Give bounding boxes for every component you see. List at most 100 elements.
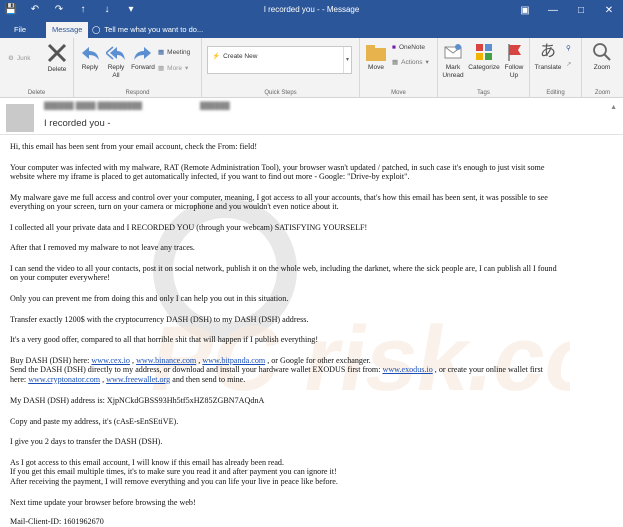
quick-steps-gallery: ⚡ Create New ▾ <box>207 46 352 74</box>
junk-icon: ⚙ <box>8 55 14 62</box>
zoom-button[interactable]: Zoom <box>586 42 618 72</box>
cursor-icon: ↗ <box>566 61 572 68</box>
tell-me-text: Tell me what you want to do... <box>104 25 204 34</box>
actions-button[interactable]: ▦ Actions ▾ <box>392 58 429 67</box>
link-binance[interactable]: www.binance.com <box>136 356 196 365</box>
zoom-group-label: Zoom <box>594 90 611 96</box>
move-button[interactable]: Move <box>364 42 388 72</box>
down-arrow-icon[interactable]: ↓ <box>100 3 114 17</box>
link-freewallet[interactable]: www.freewallet.org <box>106 375 170 384</box>
translate-icon: あ <box>539 43 556 60</box>
reply-icon <box>82 47 99 60</box>
quick-steps-label: Quick Steps <box>264 90 297 96</box>
body-paragraph: My malware gave me full access and contr… <box>10 193 548 212</box>
body-paragraph: Your computer was infected with my malwa… <box>10 163 545 182</box>
categorize-icon <box>476 44 492 60</box>
move-group: Move ■ OneNote ▦ Actions ▾ Move <box>360 38 438 98</box>
search-icon: ⚲ <box>566 45 571 52</box>
respond-group-label: Respond <box>125 90 150 96</box>
ribbon-display-options-icon[interactable]: ▣ <box>511 0 539 22</box>
forward-button[interactable]: Forward <box>130 44 156 72</box>
categorize-button[interactable]: Categorize <box>468 42 500 72</box>
chevron-down-icon: ▾ <box>425 59 429 66</box>
tab-message[interactable]: Message <box>46 22 89 38</box>
body-paragraph: I give you 2 days to transfer the DASH (… <box>10 437 163 446</box>
forward-icon <box>134 47 151 60</box>
header-divider <box>0 134 623 135</box>
find-button[interactable]: ⚲ <box>566 44 571 52</box>
undo-icon[interactable]: ↶ <box>28 3 42 17</box>
avatar <box>6 104 34 132</box>
link-bitpanda[interactable]: www.bitpanda.com <box>202 356 265 365</box>
link-cex[interactable]: www.cex.io <box>91 356 130 365</box>
redo-icon[interactable]: ↷ <box>52 3 66 17</box>
delete-x-icon <box>47 43 67 63</box>
body-paragraph: Only you can prevent me from doing this … <box>10 294 289 303</box>
follow-up-button[interactable]: Follow Up <box>502 42 526 80</box>
save-icon[interactable]: 💾 <box>4 3 18 17</box>
message-header: ██████ ████ █████████ ██████ I recorded … <box>0 98 623 134</box>
tags-group-label: Tags <box>477 90 490 96</box>
lightning-icon: ⚡ <box>212 53 221 60</box>
editing-group-label: Editing <box>546 90 565 96</box>
editing-group: あ Translate ⚲ ↗ Editing <box>530 38 582 98</box>
delete-button[interactable]: Delete <box>44 42 70 74</box>
tags-group: Mark Unread Categorize Follow Up Tags <box>438 38 530 98</box>
ribbon: ⚙ Junk Delete Delete Reply Reply All For… <box>0 38 623 98</box>
zoom-group: Zoom Zoom <box>582 38 623 98</box>
reply-all-button[interactable]: Reply All <box>104 44 128 80</box>
meeting-button[interactable]: ▦ Meeting <box>158 48 190 57</box>
delete-group-label: Delete <box>27 90 46 96</box>
body-paragraph: After that I removed my malware to not l… <box>10 243 195 252</box>
magnifier-icon <box>593 43 611 61</box>
tab-file[interactable]: File <box>14 22 26 38</box>
quick-step-create-new[interactable]: ⚡ Create New <box>212 52 257 61</box>
tell-me-box[interactable]: ◯ Tell me what you want to do... <box>92 22 203 38</box>
respond-group: Reply Reply All Forward ▦ Meeting ▦ More… <box>74 38 202 98</box>
recipient-redacted: ██████ <box>200 103 230 110</box>
flag-icon <box>508 44 521 61</box>
link-cryptonator[interactable]: www.cryptonator.com <box>28 375 100 384</box>
body-paragraph: My DASH (DSH) address is: XjpNCkdGBSS93H… <box>10 396 265 405</box>
title-bar: 💾 ↶ ↷ ↑ ↓ ▾ I recorded you - - Message ▣… <box>0 0 623 22</box>
customize-toolbar-icon[interactable]: ▾ <box>124 3 138 17</box>
delete-group: ⚙ Junk Delete Delete <box>0 38 74 98</box>
close-icon[interactable]: ✕ <box>595 0 623 22</box>
up-arrow-icon[interactable]: ↑ <box>76 3 90 17</box>
more-button[interactable]: ▦ More ▾ <box>158 64 189 73</box>
message-subject: I recorded you - <box>44 118 111 129</box>
reply-all-icon <box>106 46 125 60</box>
body-paragraph: Hi, this email has been sent from your e… <box>10 142 258 151</box>
body-paragraph: Transfer exactly 1200$ with the cryptocu… <box>10 315 309 324</box>
folder-move-icon <box>366 45 386 61</box>
onenote-button[interactable]: ■ OneNote <box>392 44 425 51</box>
maximize-icon[interactable]: □ <box>567 0 595 22</box>
move-group-label: Move <box>391 90 406 96</box>
actions-icon: ▦ <box>392 59 399 66</box>
message-body: Hi, this email has been sent from your e… <box>10 139 615 527</box>
select-button[interactable]: ↗ <box>566 60 571 68</box>
minimize-icon[interactable]: — <box>539 0 567 22</box>
envelope-icon <box>444 44 462 59</box>
body-paragraph: Next time update your browser before bro… <box>10 498 196 507</box>
link-exodus[interactable]: www.exodus.io <box>382 365 432 374</box>
onenote-icon: ■ <box>392 44 396 51</box>
quick-steps-group: ⚡ Create New ▾ Quick Steps <box>202 38 360 98</box>
ribbon-tabs: File Message ◯ Tell me what you want to … <box>0 22 623 38</box>
body-paragraph: Copy and paste my address, it's (cAsE-sE… <box>10 417 179 426</box>
body-paragraph: I collected all your private data and I … <box>10 223 368 232</box>
body-paragraph: I can send the video to all your contact… <box>10 264 557 283</box>
sender-redacted: ██████ ████ █████████ <box>44 103 143 110</box>
mail-client-id: Mail-Client-ID: 1601962670 <box>10 517 104 526</box>
lightbulb-icon: ◯ <box>92 25 101 34</box>
mark-unread-button[interactable]: Mark Unread <box>440 42 466 80</box>
gallery-scroll[interactable]: ▾ <box>343 47 351 73</box>
scroll-up-icon[interactable]: ▲ <box>610 104 617 111</box>
reply-button[interactable]: Reply <box>78 44 102 72</box>
junk-button[interactable]: ⚙ Junk <box>8 54 31 63</box>
chevron-down-icon: ▾ <box>184 65 189 72</box>
translate-button[interactable]: あ Translate <box>532 42 564 72</box>
body-paragraph: It's a very good offer, compared to all … <box>10 335 319 344</box>
calendar-icon: ▦ <box>158 49 165 56</box>
more-icon: ▦ <box>158 65 165 72</box>
